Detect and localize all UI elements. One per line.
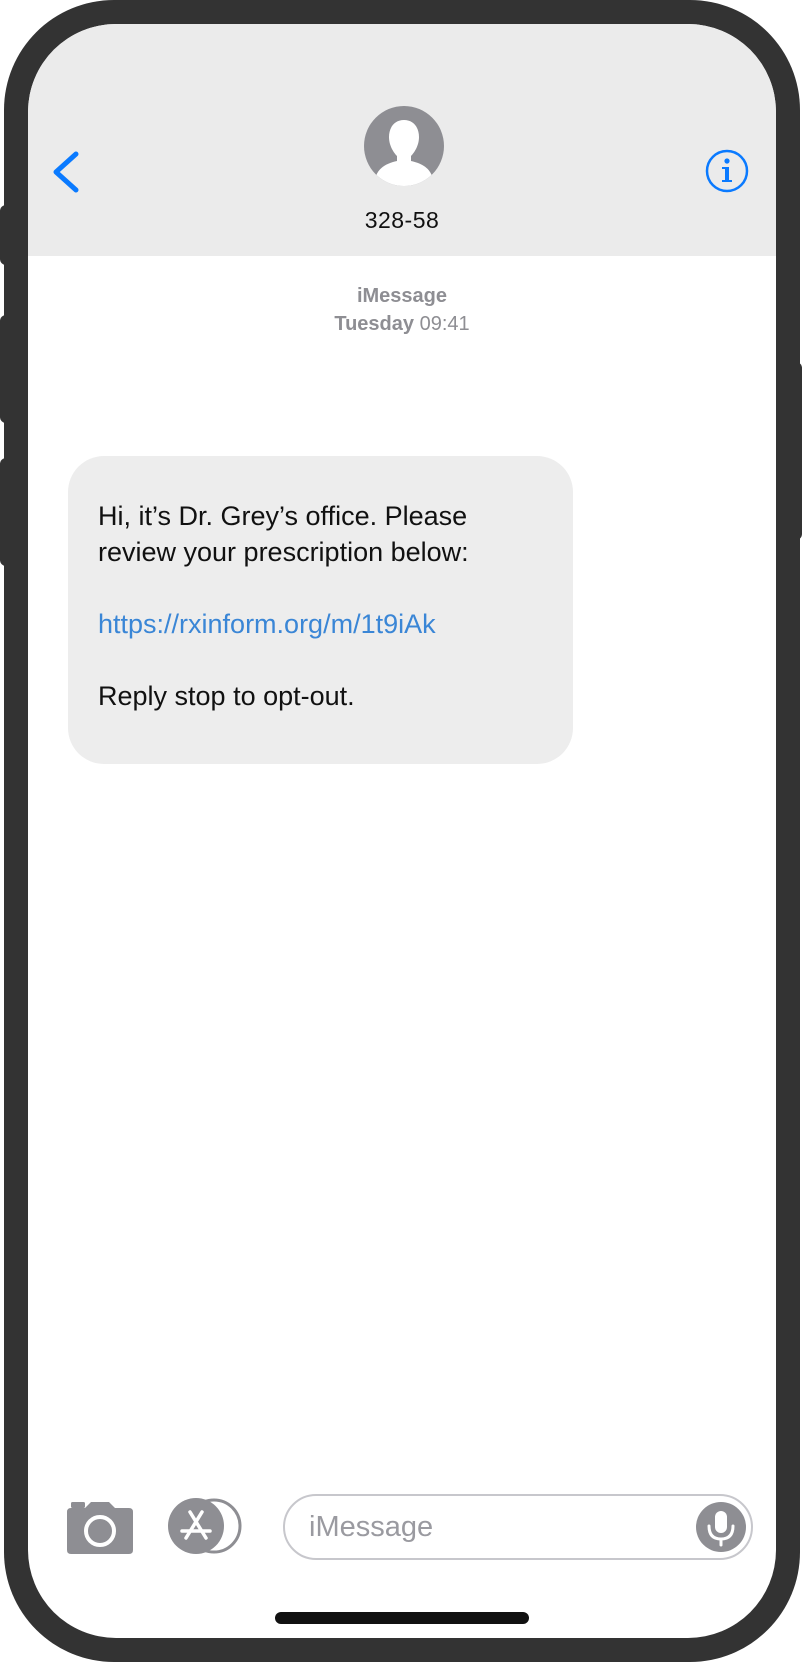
- info-button[interactable]: [704, 148, 750, 194]
- camera-button[interactable]: [67, 1502, 133, 1554]
- conversation-header: 328-58: [28, 24, 776, 256]
- contact-name[interactable]: 328-58: [28, 207, 776, 234]
- timestamp-time: 09:41: [419, 313, 470, 335]
- message-line: Hi, it’s Dr. Grey’s office. Please: [98, 501, 468, 531]
- message-footer: Reply stop to opt-out.: [98, 681, 355, 711]
- home-indicator[interactable]: [275, 1612, 529, 1624]
- microphone-button[interactable]: [696, 1502, 746, 1552]
- conversation-meta: iMessage Tuesday 09:41: [28, 282, 776, 338]
- incoming-message-bubble[interactable]: Hi, it’s Dr. Grey’s office. Please revie…: [68, 456, 573, 764]
- app-store-icon: [168, 1498, 242, 1554]
- microphone-icon: [707, 1511, 735, 1547]
- messages-screen: 328-58 iMessage Tuesday 09:41 Hi, it’s D…: [28, 24, 776, 1638]
- contact-avatar[interactable]: [364, 106, 444, 186]
- message-line: review your prescription below:: [98, 537, 469, 567]
- person-silhouette-icon: [376, 120, 432, 186]
- timestamp-day: Tuesday: [334, 313, 415, 335]
- camera-icon: [67, 1502, 133, 1554]
- phone-frame: 328-58 iMessage Tuesday 09:41 Hi, it’s D…: [4, 0, 800, 1662]
- app-store-button[interactable]: [168, 1498, 242, 1554]
- message-link[interactable]: https://rxinform.org/m/1t9iAk: [98, 609, 436, 639]
- service-label: iMessage: [356, 285, 448, 307]
- message-input[interactable]: [309, 1504, 669, 1550]
- back-button[interactable]: [46, 144, 86, 200]
- chevron-left-icon: [53, 151, 79, 193]
- message-compose-field[interactable]: [283, 1494, 753, 1560]
- device-mockup: 328-58 iMessage Tuesday 09:41 Hi, it’s D…: [0, 0, 802, 1662]
- timestamp: Tuesday 09:41: [28, 310, 776, 338]
- info-circle-icon: [705, 149, 749, 193]
